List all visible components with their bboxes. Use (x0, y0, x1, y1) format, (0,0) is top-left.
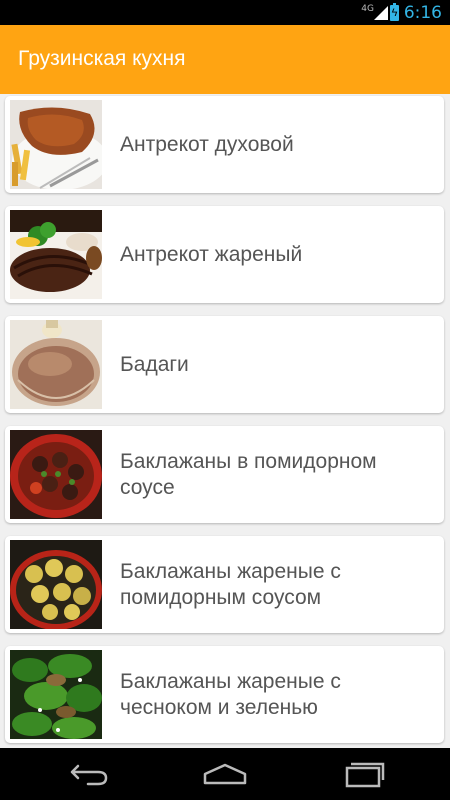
recipe-title: Баклажаны жареные с чесноком и зеленью (120, 669, 341, 719)
recipe-list[interactable]: Антрекот духовой Антрекот жареный Бадаги… (0, 94, 450, 748)
baked-entrecote-photo (10, 100, 102, 189)
eggplant-tomato-sauce-photo (10, 430, 102, 519)
recipe-card[interactable]: Баклажаны в помидорном соусе (5, 426, 444, 523)
app-title: Грузинская кухня (18, 47, 186, 70)
recipe-title: Баклажаны в помидорном соусе (120, 449, 377, 499)
back-icon (70, 764, 108, 786)
recipe-title: Бадаги (120, 352, 189, 376)
recipe-title: Антрекот духовой (120, 132, 294, 156)
back-button[interactable] (58, 756, 118, 792)
recipe-title: Баклажаны жареные с помидорным соусом (120, 559, 341, 609)
app-bar: Грузинская кухня (0, 25, 450, 94)
network-type: 4G (361, 4, 374, 14)
recipe-card[interactable]: Баклажаны жареные с помидорным соусом (5, 536, 444, 633)
recipe-card[interactable]: Баклажаны жареные с чесноком и зеленью (5, 646, 444, 743)
fried-eggplant-tomato-photo (10, 540, 102, 629)
recipe-card[interactable]: Бадаги (5, 316, 444, 413)
battery-charging-icon: ϟ (390, 3, 399, 21)
clock: 6:16 (403, 3, 442, 23)
recipe-card[interactable]: Антрекот жареный (5, 206, 444, 303)
home-icon (203, 763, 247, 785)
fried-entrecote-photo (10, 210, 102, 299)
recent-apps-icon (345, 762, 385, 788)
recent-apps-button[interactable] (333, 756, 393, 792)
home-button[interactable] (195, 756, 255, 792)
navigation-bar (0, 748, 450, 800)
fried-eggplant-garlic-greens-photo (10, 650, 102, 739)
recipe-card[interactable]: Антрекот духовой (5, 96, 444, 193)
badagi-photo (10, 320, 102, 409)
signal-icon (374, 6, 388, 20)
recipe-title: Антрекот жареный (120, 242, 303, 266)
status-bar: 4G ϟ 6:16 (0, 0, 450, 25)
